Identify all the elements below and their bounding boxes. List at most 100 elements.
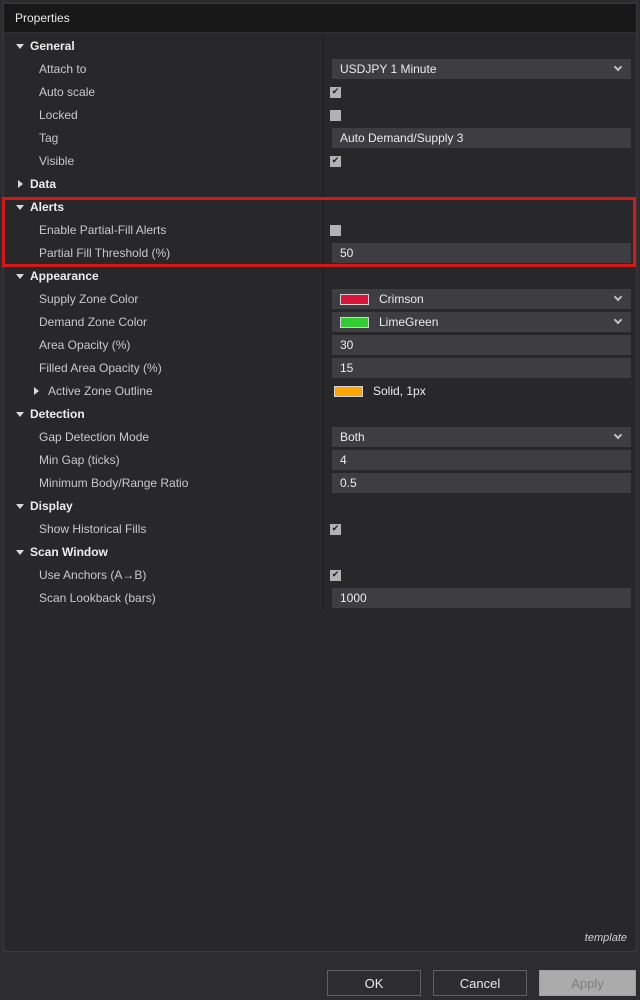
property-label: Scan Lookback (bars) [39,591,156,605]
property-label: Minimum Body/Range Ratio [39,476,189,490]
minimum-body-range-ratio-input[interactable]: 0.5 [332,473,631,493]
chevron-down-icon [613,62,623,72]
min-gap-ticks-input[interactable]: 4 [332,450,631,470]
section-header-scan-window[interactable]: Scan Window [4,541,636,564]
input-value: 50 [340,246,354,260]
input-value: Auto Demand/Supply 3 [340,131,464,145]
property-row-gap-detection-mode: Gap Detection Mode Both [4,426,636,449]
section-header-display[interactable]: Display [4,495,636,518]
property-label: Attach to [39,62,87,76]
property-label: Show Historical Fills [39,522,147,536]
checkmark-icon: ✔ [331,570,340,580]
collapse-icon [16,550,24,555]
demand-zone-color-color-swatch [340,316,369,328]
template-link[interactable]: template [585,932,627,944]
property-row-supply-zone-color: Supply Zone Color Crimson [4,288,636,311]
property-label: Visible [39,154,75,168]
property-row-area-opacity: Area Opacity (%) 30 [4,334,636,357]
dialog-buttons: OK Cancel Apply [315,970,636,996]
property-row-scan-lookback-bars: Scan Lookback (bars) 1000 [4,587,636,610]
cancel-button[interactable]: Cancel [433,970,527,996]
visible-checkbox[interactable]: ✔ [330,156,341,167]
outline-style-value: Solid, 1px [373,384,426,398]
checkmark-icon: ✔ [331,87,340,97]
property-label: Enable Partial-Fill Alerts [39,223,167,237]
dropdown-value: Both [340,430,365,444]
apply-button[interactable]: Apply [539,970,636,996]
property-row-attach-to: Attach to USDJPY 1 Minute [4,58,636,81]
chevron-down-icon [613,315,623,325]
expand-icon [34,387,39,395]
property-row-tag: Tag Auto Demand/Supply 3 [4,127,636,150]
demand-zone-color-dropdown[interactable]: LimeGreen [332,312,631,332]
property-row-filled-area-opacity: Filled Area Opacity (%) 15 [4,357,636,380]
subsection-header-active-zone-outline[interactable]: Active Zone Outline Solid, 1px [4,380,636,403]
checkmark-icon: ✔ [331,524,340,534]
section-header-alerts[interactable]: Alerts [4,196,636,219]
active-zone-outline-preview[interactable]: Solid, 1px [332,381,428,401]
input-value: 15 [340,361,354,375]
property-label: Partial Fill Threshold (%) [39,246,171,260]
property-row-enable-partial-fill-alerts: Enable Partial-Fill Alerts [4,219,636,242]
property-label: Locked [39,108,78,122]
partial-fill-threshold-input[interactable]: 50 [332,243,631,263]
input-value: 4 [340,453,347,467]
supply-zone-color-color-swatch [340,293,369,305]
property-row-minimum-body-range-ratio: Minimum Body/Range Ratio 0.5 [4,472,636,495]
gap-detection-mode-dropdown[interactable]: Both [332,427,631,447]
property-label: Supply Zone Color [39,292,139,306]
section-header-appearance[interactable]: Appearance [4,265,636,288]
section-label: Appearance [30,269,99,283]
property-row-demand-zone-color: Demand Zone Color LimeGreen [4,311,636,334]
property-label: Demand Zone Color [39,315,148,329]
property-row-locked: Locked [4,104,636,127]
section-label: Scan Window [30,545,108,559]
scan-lookback-bars-input[interactable]: 1000 [332,588,631,608]
show-historical-fills-checkbox[interactable]: ✔ [330,524,341,535]
property-label: Area Opacity (%) [39,338,131,352]
property-grid-panel: Properties General Attach to USDJPY 1 Minu… [3,3,637,952]
property-label: Tag [39,131,59,145]
collapse-icon [16,274,24,279]
use-anchors-a-b-checkbox[interactable]: ✔ [330,570,341,581]
chevron-down-icon [613,430,623,440]
collapse-icon [16,205,24,210]
property-label: Auto scale [39,85,96,99]
checkmark-icon: ✔ [331,156,340,166]
dropdown-value: Crimson [379,292,424,306]
locked-checkbox[interactable] [330,110,341,121]
section-header-data[interactable]: Data [4,173,636,196]
expand-icon [18,180,23,188]
area-opacity-input[interactable]: 30 [332,335,631,355]
property-row-show-historical-fills: Show Historical Fills ✔ [4,518,636,541]
chevron-down-icon [613,292,623,302]
property-row-partial-fill-threshold: Partial Fill Threshold (%) 50 [4,242,636,265]
property-row-visible: Visible ✔ [4,150,636,173]
dialog-title: Properties [4,4,636,33]
tag-input[interactable]: Auto Demand/Supply 3 [332,128,631,148]
input-value: 30 [340,338,354,352]
section-label: Alerts [30,200,65,214]
section-header-general[interactable]: General [4,35,636,58]
property-label: Use Anchors (A→B) [39,568,147,582]
ok-button[interactable]: OK [327,970,421,996]
property-row-use-anchors-a-b: Use Anchors (A→B) ✔ [4,564,636,587]
filled-area-opacity-input[interactable]: 15 [332,358,631,378]
attach-to-dropdown[interactable]: USDJPY 1 Minute [332,59,631,79]
dropdown-value: LimeGreen [379,315,439,329]
collapse-icon [16,412,24,417]
section-label: Display [30,499,73,513]
active-zone-outline-color-swatch [334,385,363,397]
supply-zone-color-dropdown[interactable]: Crimson [332,289,631,309]
input-value: 0.5 [340,476,357,490]
section-label: Active Zone Outline [48,384,153,398]
dropdown-value: USDJPY 1 Minute [340,62,437,76]
auto-scale-checkbox[interactable]: ✔ [330,87,341,98]
property-label: Min Gap (ticks) [39,453,120,467]
section-header-detection[interactable]: Detection [4,403,636,426]
enable-partial-fill-alerts-checkbox[interactable] [330,225,341,236]
collapse-icon [16,504,24,509]
property-label: Gap Detection Mode [39,430,150,444]
collapse-icon [16,44,24,49]
properties-dialog: Properties General Attach to USDJPY 1 Minu… [0,0,640,1000]
